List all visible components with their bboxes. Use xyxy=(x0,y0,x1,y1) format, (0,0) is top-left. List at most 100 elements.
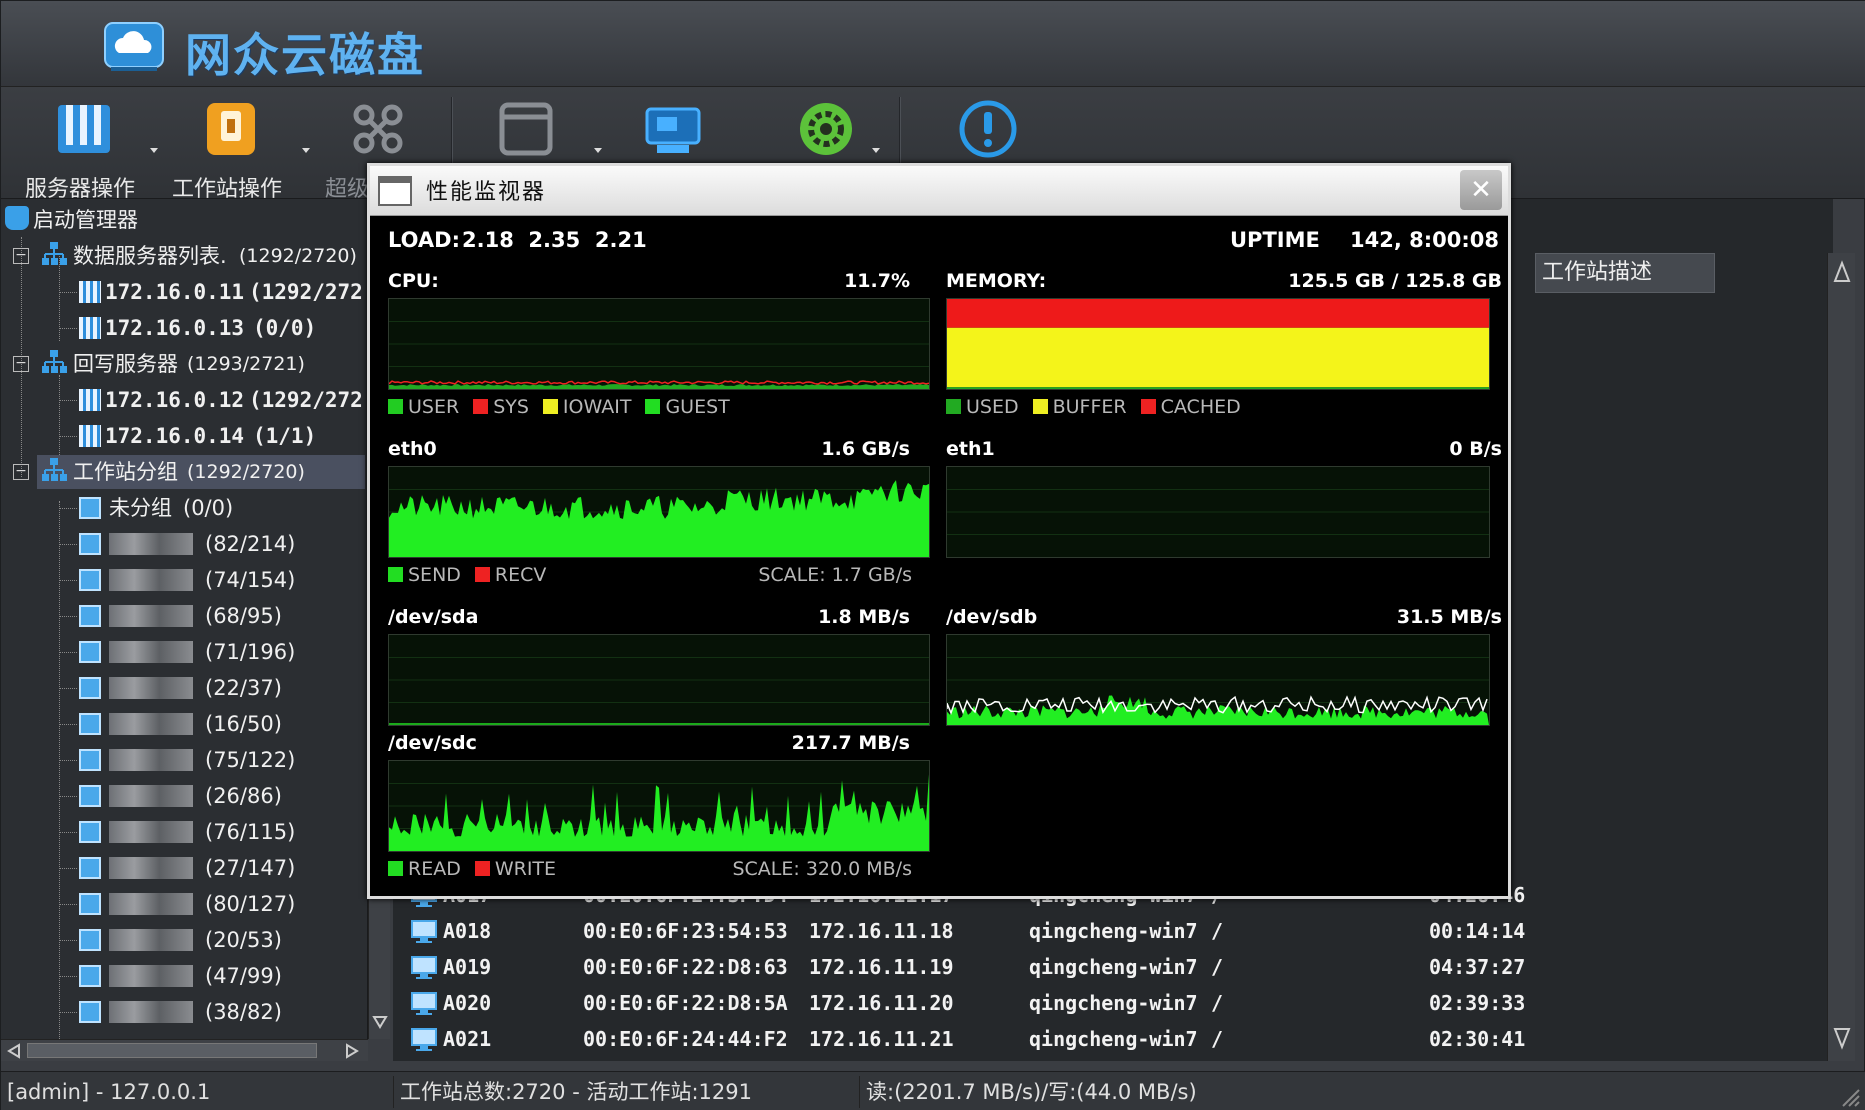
tree-node-group[interactable]: (26/86) xyxy=(1,779,367,813)
tree-node-group[interactable]: (27/147) xyxy=(1,851,367,885)
redacted-group-name xyxy=(109,893,193,915)
arrow-down-icon[interactable] xyxy=(1832,1025,1852,1053)
tree-guide-line xyxy=(59,616,77,617)
column-header-description[interactable]: 工作站描述 xyxy=(1535,253,1715,293)
collapse-toggle-icon[interactable]: − xyxy=(13,248,29,264)
cell-ip: 172.16.11.18 xyxy=(809,919,954,943)
table-row[interactable]: A018 00:E0:6F:23:54:53 172.16.11.18 qingche… xyxy=(411,913,1525,949)
tree-guide-line xyxy=(59,868,77,869)
tree-node-server[interactable]: 172.16.0.12 (1292/272 xyxy=(1,383,367,417)
arrow-up-icon[interactable] xyxy=(1832,257,1852,285)
tree-node-server[interactable]: 172.16.0.14 (1/1) xyxy=(1,419,367,453)
cell-separator: / xyxy=(1211,919,1224,943)
cell-mac: 00:E0:6F:24:44:F2 xyxy=(583,1027,788,1051)
tree-node-group[interactable]: (16/50) xyxy=(1,707,367,741)
cell-ip: 172.16.11.20 xyxy=(809,991,954,1015)
redacted-group-name xyxy=(109,533,193,555)
tree-node-group[interactable]: (82/214) xyxy=(1,527,367,561)
tree-node-label: 数据服务器列表. xyxy=(73,244,227,268)
tree-node-group[interactable]: (71/196) xyxy=(1,635,367,669)
computer-icon xyxy=(411,919,437,943)
tree-node-group[interactable]: (74/154) xyxy=(1,563,367,597)
table-row[interactable]: A020 00:E0:6F:22:D8:5A 172.16.11.20 qingche… xyxy=(411,985,1525,1021)
chevron-down-icon[interactable] xyxy=(869,143,883,157)
tree-node-group[interactable]: (80/127) xyxy=(1,887,367,921)
legend-item: CACHED xyxy=(1140,396,1241,418)
resize-grip-icon[interactable] xyxy=(1839,1086,1861,1108)
tree-node-count: (74/154) xyxy=(205,568,296,592)
load-label: LOAD: xyxy=(388,228,461,252)
cell-mac: 00:E0:6F:23:54:53 xyxy=(583,919,788,943)
arrow-right-icon[interactable] xyxy=(343,1042,361,1060)
computer-icon xyxy=(411,991,437,1015)
dialog-titlebar[interactable]: 性能监视器 ✕ xyxy=(370,166,1508,216)
cell-name: A020 xyxy=(443,991,492,1015)
arrow-left-icon[interactable] xyxy=(5,1042,23,1060)
legend-label: GUEST xyxy=(665,396,730,418)
status-workstations: 工作站总数:2720 - 活动工作站:1291 xyxy=(393,1076,752,1108)
workstation-group-icon xyxy=(79,965,101,987)
tree-node-group[interactable]: (20/53) xyxy=(1,923,367,957)
server-operations-button[interactable]: 服务器操作 xyxy=(19,93,139,202)
sdc-read-area xyxy=(389,774,929,851)
workstation-group-icon xyxy=(79,677,101,699)
tree-node-group[interactable]: (47/99) xyxy=(1,959,367,993)
graph-canvas xyxy=(947,299,1489,389)
table-row[interactable]: A019 00:E0:6F:22:D8:63 172.16.11.19 qingche… xyxy=(411,949,1525,985)
uptime-label: UPTIME xyxy=(1230,228,1320,252)
tree-node-workstation-groups[interactable]: 工作站分组 (1292/2720) xyxy=(37,455,365,489)
cloud-disk-logo-icon xyxy=(104,22,164,71)
legend-item: USER xyxy=(388,396,459,418)
tree-guide-line xyxy=(59,832,77,833)
tree-node-count: (1292/272 xyxy=(249,388,363,412)
tree-node-group[interactable]: (68/95) xyxy=(1,599,367,633)
redacted-group-name xyxy=(109,785,193,807)
tree-node-group[interactable]: (22/37) xyxy=(1,671,367,705)
tree-node-count: (1/1) xyxy=(253,424,317,448)
legend-swatch xyxy=(473,399,489,414)
redacted-group-name xyxy=(109,713,193,735)
collapse-toggle-icon[interactable]: − xyxy=(13,464,29,480)
tree-horizontal-scrollbar[interactable] xyxy=(1,1039,368,1061)
tree-node-group[interactable]: (75/122) xyxy=(1,743,367,777)
eth0-label: eth0 xyxy=(388,438,437,460)
tree-node-group[interactable]: (38/82) xyxy=(1,995,367,1029)
tree-node-count: (20/53) xyxy=(205,928,282,952)
table-vertical-scrollbar[interactable] xyxy=(1827,253,1855,1061)
collapse-toggle-icon[interactable]: − xyxy=(13,356,29,372)
scrollbar-thumb[interactable] xyxy=(27,1043,317,1058)
tree-node-count: (1292/272 xyxy=(249,280,363,304)
status-io: 读:(2201.7 MB/s)/写:(44.0 MB/s) xyxy=(859,1076,1197,1108)
chevron-down-icon[interactable] xyxy=(147,143,161,157)
tree-node-ungrouped[interactable]: 未分组 (0/0) xyxy=(1,491,367,525)
tree-root[interactable]: 启动管理器 xyxy=(5,203,138,237)
tree-node-server[interactable]: 172.16.0.11 (1292/272 xyxy=(1,275,367,309)
legend-swatch xyxy=(388,399,403,414)
arrow-down-icon[interactable] xyxy=(371,1013,389,1031)
server-icon xyxy=(79,425,101,447)
cell-time: 02:39:33 xyxy=(1429,991,1526,1015)
chevron-down-icon[interactable] xyxy=(299,143,313,157)
legend-swatch xyxy=(1140,399,1156,414)
legend-item: GUEST xyxy=(645,396,730,418)
eth0-send-area xyxy=(389,480,929,557)
workstation-group-icon xyxy=(79,857,101,879)
cpu-sys-line xyxy=(389,380,929,385)
tree-node-server[interactable]: 172.16.0.13 (0/0) xyxy=(1,311,367,345)
table-row[interactable]: A021 00:E0:6F:24:44:F2 172.16.11.21 qingche… xyxy=(411,1021,1525,1057)
cpu-label: CPU: xyxy=(388,270,439,292)
tree-node-label: 工作站分组 xyxy=(73,460,178,484)
app-header: 网众云磁盘 xyxy=(1,1,1865,87)
chevron-down-icon[interactable] xyxy=(591,143,605,157)
window-icon xyxy=(378,176,412,206)
tree-node-count: (71/196) xyxy=(205,640,296,664)
tree-guide-line xyxy=(59,400,77,401)
close-button[interactable]: ✕ xyxy=(1460,170,1502,210)
tree-node-count: (76/115) xyxy=(205,820,296,844)
tree-node-data-servers[interactable]: − 数据服务器列表. (1292/2720) xyxy=(1,239,367,273)
tree-node-writeback-servers[interactable]: − 回写服务器 (1293/2721) xyxy=(1,347,367,381)
workstation-operations-button[interactable]: 工作站操作 xyxy=(166,93,286,202)
sdc-graph xyxy=(388,760,930,852)
cell-ip: 172.16.11.19 xyxy=(809,955,954,979)
tree-node-group[interactable]: (76/115) xyxy=(1,815,367,849)
